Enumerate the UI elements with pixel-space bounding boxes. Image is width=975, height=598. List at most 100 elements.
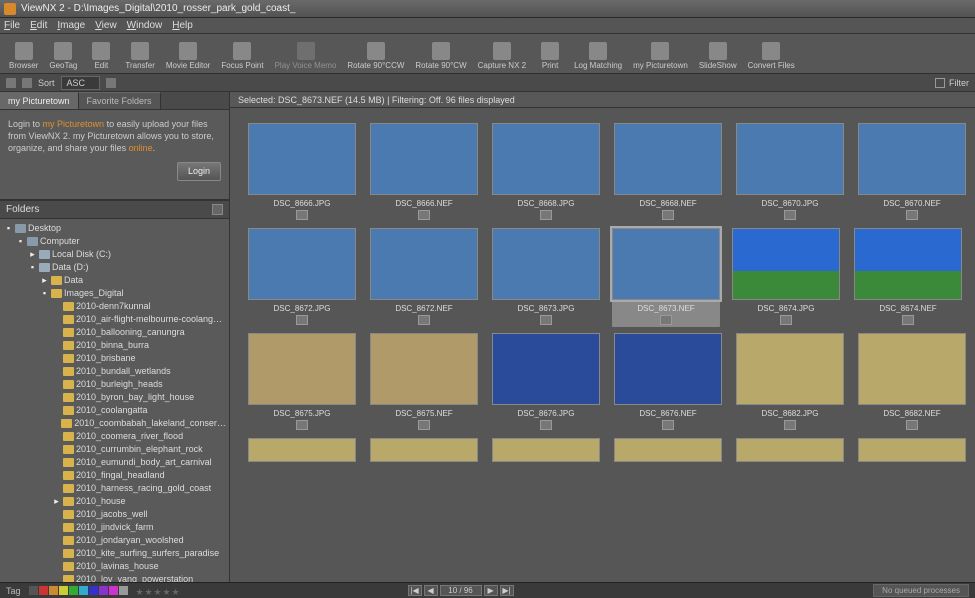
tool-rotate-90-ccw[interactable]: Rotate 90°CCW bbox=[344, 41, 407, 71]
tool-browser[interactable]: Browser bbox=[6, 41, 41, 71]
menu-help[interactable]: Help bbox=[172, 20, 193, 31]
thumbnail[interactable]: DSC_8682.JPG bbox=[736, 333, 844, 430]
filter-toggle[interactable]: Filter bbox=[935, 78, 969, 88]
tool-capture-nx-2[interactable]: Capture NX 2 bbox=[475, 41, 529, 71]
thumbnail-badge-icon bbox=[906, 210, 918, 220]
menu-view[interactable]: View bbox=[95, 20, 117, 31]
menu-image[interactable]: Image bbox=[57, 20, 85, 31]
thumbnail[interactable]: DSC_8675.NEF bbox=[370, 333, 478, 430]
tree-item[interactable]: ▸Data bbox=[40, 274, 227, 287]
tree-item[interactable]: 2010_binna_burra bbox=[52, 339, 227, 352]
thumbnail-grid[interactable]: DSC_8666.JPGDSC_8666.NEFDSC_8668.JPGDSC_… bbox=[230, 108, 975, 582]
thumbnail[interactable]: DSC_8668.NEF bbox=[614, 123, 722, 220]
tool-transfer[interactable]: Transfer bbox=[122, 41, 158, 71]
tree-item[interactable]: ▪Data (D:) bbox=[28, 261, 227, 274]
tool-label: Transfer bbox=[125, 61, 155, 70]
tool-log-matching[interactable]: Log Matching bbox=[571, 41, 625, 71]
thumbnail[interactable]: DSC_8673.JPG bbox=[492, 228, 600, 325]
main-area: my Picturetown Favorite Folders Login to… bbox=[0, 92, 975, 582]
thumbnail-image bbox=[492, 333, 600, 405]
thumbnail-caption: DSC_8682.JPG bbox=[762, 409, 819, 418]
tree-item[interactable]: 2010_brisbane bbox=[52, 352, 227, 365]
tree-item[interactable]: 2010_burleigh_heads bbox=[52, 378, 227, 391]
folder-tree[interactable]: ▪Desktop▪Computer▸Local Disk (C:)▪Data (… bbox=[0, 219, 229, 582]
thumbnail[interactable]: DSC_8676.JPG bbox=[492, 333, 600, 430]
tree-item[interactable]: 2010_jacobs_well bbox=[52, 508, 227, 521]
tree-item[interactable]: 2010_jondaryan_woolshed bbox=[52, 534, 227, 547]
thumbnail[interactable]: DSC_8672.JPG bbox=[248, 228, 356, 325]
menu-file[interactable]: File bbox=[4, 20, 20, 31]
tree-item[interactable]: 2010_coomera_river_flood bbox=[52, 430, 227, 443]
thumbnail[interactable]: DSC_8666.NEF bbox=[370, 123, 478, 220]
tree-item[interactable]: ▪Computer bbox=[16, 235, 227, 248]
sort-glyph[interactable] bbox=[106, 78, 116, 88]
tool-slideshow[interactable]: SlideShow bbox=[696, 41, 740, 71]
picturetown-link[interactable]: my Picturetown bbox=[43, 119, 105, 129]
tree-item[interactable]: 2010_jindvick_farm bbox=[52, 521, 227, 534]
tool-icon bbox=[297, 42, 315, 60]
login-button[interactable]: Login bbox=[177, 162, 221, 180]
tree-item[interactable]: 2010_lavinas_house bbox=[52, 560, 227, 573]
tool-icon bbox=[233, 42, 251, 60]
thumbnail[interactable]: DSC_8672.NEF bbox=[370, 228, 478, 325]
thumbnail[interactable]: DSC_8675.JPG bbox=[248, 333, 356, 430]
tree-item[interactable]: 2010_byron_bay_light_house bbox=[52, 391, 227, 404]
tag-swatches[interactable] bbox=[29, 586, 128, 595]
thumbnail[interactable] bbox=[614, 438, 722, 462]
tree-item[interactable]: ▪Images_Digital bbox=[40, 287, 227, 300]
tool-focus-point[interactable]: Focus Point bbox=[218, 41, 266, 71]
folders-collapse-button[interactable] bbox=[212, 204, 223, 215]
thumbnail[interactable] bbox=[736, 438, 844, 462]
thumbnail[interactable]: DSC_8666.JPG bbox=[248, 123, 356, 220]
tree-item[interactable]: 2010_ballooning_canungra bbox=[52, 326, 227, 339]
tool-my-picturetown[interactable]: my Picturetown bbox=[630, 41, 691, 71]
thumbnail-image bbox=[492, 228, 600, 300]
nav-next[interactable]: ▶ bbox=[484, 585, 498, 596]
rating-stars[interactable]: ★★★★★ bbox=[136, 587, 180, 595]
tree-item[interactable]: ▸Local Disk (C:) bbox=[28, 248, 227, 261]
thumbnail[interactable]: DSC_8676.NEF bbox=[614, 333, 722, 430]
thumbnail[interactable]: DSC_8682.NEF bbox=[858, 333, 966, 430]
tree-item[interactable]: 2010_fingal_headland bbox=[52, 469, 227, 482]
thumbnail-image bbox=[370, 333, 478, 405]
thumbnail[interactable]: DSC_8673.NEF bbox=[612, 226, 720, 327]
tree-item[interactable]: 2010-denn7kunnal bbox=[52, 300, 227, 313]
thumbnail[interactable] bbox=[492, 438, 600, 462]
thumbnail[interactable]: DSC_8674.JPG bbox=[732, 228, 840, 325]
tool-edit[interactable]: Edit bbox=[85, 41, 117, 71]
tree-item[interactable]: 2010_coolangatta bbox=[52, 404, 227, 417]
thumbnail[interactable] bbox=[370, 438, 478, 462]
tool-geotag[interactable]: GeoTag bbox=[46, 41, 80, 71]
tree-item[interactable]: 2010_bundall_wetlands bbox=[52, 365, 227, 378]
tool-label: Play Voice Memo bbox=[275, 61, 337, 70]
tree-item[interactable]: ▸2010_house bbox=[52, 495, 227, 508]
tree-item[interactable]: 2010_loy_yang_powerstation bbox=[52, 573, 227, 582]
tab-picturetown[interactable]: my Picturetown bbox=[0, 92, 79, 109]
menu-window[interactable]: Window bbox=[127, 20, 163, 31]
tree-item[interactable]: 2010_eumundi_body_art_carnival bbox=[52, 456, 227, 469]
tree-item[interactable]: 2010_harness_racing_gold_coast bbox=[52, 482, 227, 495]
tool-print[interactable]: Print bbox=[534, 41, 566, 71]
thumbnail[interactable]: DSC_8668.JPG bbox=[492, 123, 600, 220]
tool-rotate-90-cw[interactable]: Rotate 90°CW bbox=[412, 41, 469, 71]
tab-favorite-folders[interactable]: Favorite Folders bbox=[79, 92, 161, 109]
thumbnail[interactable] bbox=[858, 438, 966, 462]
tree-item[interactable]: 2010_currumbin_elephant_rock bbox=[52, 443, 227, 456]
thumbnail[interactable]: DSC_8670.JPG bbox=[736, 123, 844, 220]
tree-item[interactable]: ▪Desktop bbox=[4, 222, 227, 235]
thumbnail[interactable]: DSC_8674.NEF bbox=[854, 228, 962, 325]
nav-first[interactable]: |◀ bbox=[408, 585, 422, 596]
thumbnail[interactable]: DSC_8670.NEF bbox=[858, 123, 966, 220]
nav-prev[interactable]: ◀ bbox=[424, 585, 438, 596]
toolbar: BrowserGeoTagEdit Transfer Movie EditorFoc… bbox=[0, 34, 975, 74]
tree-item[interactable]: 2010_coombabah_lakeland_conservation_are… bbox=[52, 417, 227, 430]
tool-movie-editor[interactable]: Movie Editor bbox=[163, 41, 213, 71]
tool-convert-files[interactable]: Convert Files bbox=[745, 41, 798, 71]
menu-edit[interactable]: Edit bbox=[30, 20, 47, 31]
thumbnail[interactable] bbox=[248, 438, 356, 462]
tree-item[interactable]: 2010_kite_surfing_surfers_paradise bbox=[52, 547, 227, 560]
nav-last[interactable]: ▶| bbox=[500, 585, 514, 596]
tree-item[interactable]: 2010_air-flight-melbourne-coolangatta bbox=[52, 313, 227, 326]
sort-dropdown[interactable]: ASC bbox=[61, 76, 101, 90]
online-link[interactable]: online bbox=[129, 143, 153, 153]
